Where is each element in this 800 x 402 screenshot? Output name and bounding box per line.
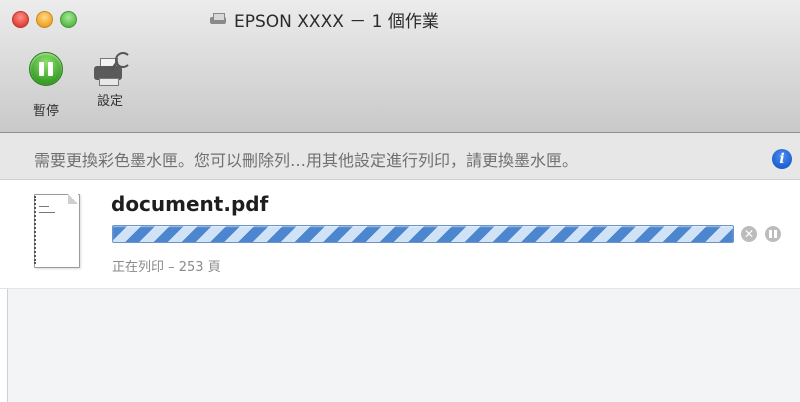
job-progress-fill — [113, 226, 733, 242]
info-icon[interactable]: i — [772, 149, 792, 169]
left-edge — [0, 289, 8, 402]
window-title: EPSON XXXX － 1 個作業 — [210, 8, 610, 32]
printer-icon — [210, 12, 226, 26]
pause-label: 暫停 — [32, 104, 59, 119]
cancel-job-button[interactable]: ✕ — [741, 226, 757, 242]
status-message: 需要更換彩色墨水匣。您可以刪除列…用其他設定進行列印，請更換墨水匣。 — [34, 151, 579, 170]
toolbar: EPSON XXXX － 1 個作業 暫停 設定 — [0, 0, 800, 133]
settings-button[interactable]: 設定 — [80, 52, 140, 126]
job-list-empty-area — [0, 289, 800, 402]
zoom-window-button[interactable] — [60, 11, 77, 28]
printer-settings-icon — [91, 52, 131, 88]
job-status: 正在列印 – 253 頁 — [112, 260, 221, 275]
settings-label: 設定 — [96, 94, 123, 109]
pause-job-button[interactable] — [765, 226, 781, 242]
job-progress-bar — [112, 225, 734, 243]
window-title-text: EPSON XXXX － 1 個作業 — [234, 11, 439, 32]
close-window-button[interactable] — [12, 11, 29, 28]
status-message-bar: 需要更換彩色墨水匣。您可以刪除列…用其他設定進行列印，請更換墨水匣。 — [0, 133, 800, 180]
pause-printer-button[interactable]: 暫停 — [16, 52, 76, 126]
minimize-window-button[interactable] — [36, 11, 53, 28]
print-queue-window: EPSON XXXX － 1 個作業 暫停 設定 需要更換彩色墨水匣。您可以刪除… — [0, 0, 800, 402]
job-filename: document.pdf — [111, 192, 269, 216]
pause-icon — [29, 52, 63, 86]
document-icon — [34, 194, 86, 268]
